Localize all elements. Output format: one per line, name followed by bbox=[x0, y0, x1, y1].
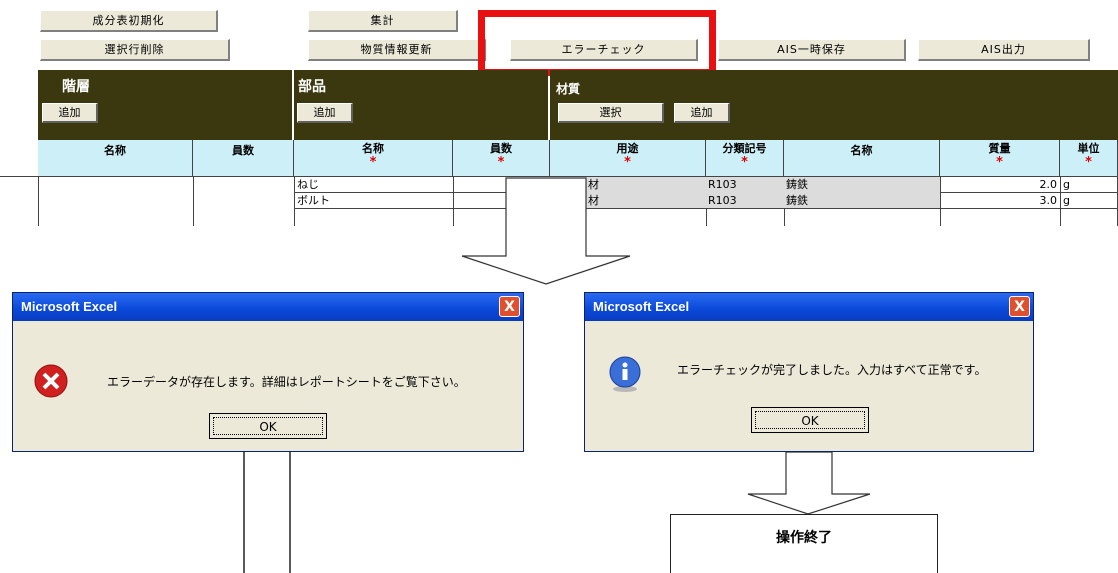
info-dialog-message: エラーチェックが完了しました。入力はすべて正常です。 bbox=[677, 363, 987, 377]
operation-end-box: 操作終了 bbox=[670, 514, 938, 573]
error-ok-label: OK bbox=[213, 417, 323, 435]
info-flow-arrow bbox=[747, 451, 871, 515]
close-icon[interactable]: X bbox=[1009, 296, 1030, 317]
error-ok-button[interactable]: OK bbox=[209, 413, 327, 439]
split-arrow bbox=[461, 177, 631, 285]
close-icon[interactable]: X bbox=[499, 296, 520, 317]
info-dialog: Microsoft Excel X エラーチェックが完了しました。入力はすべて正… bbox=[584, 292, 1034, 452]
info-ok-label: OK bbox=[755, 411, 865, 429]
error-icon bbox=[34, 364, 68, 398]
error-dialog-titlebar: Microsoft Excel X bbox=[13, 293, 523, 321]
error-dialog: Microsoft Excel X エラーデータが存在します。詳細はレポートシー… bbox=[12, 292, 524, 452]
flow-arrows bbox=[243, 177, 871, 573]
info-icon bbox=[609, 356, 641, 392]
error-dialog-title: Microsoft Excel bbox=[21, 299, 118, 314]
error-dialog-message: エラーデータが存在します。詳細はレポートシートをご覧下さい。 bbox=[107, 375, 466, 389]
info-dialog-titlebar: Microsoft Excel X bbox=[585, 293, 1033, 321]
operation-end-label: 操作終了 bbox=[776, 530, 832, 546]
info-ok-button[interactable]: OK bbox=[751, 407, 869, 433]
info-dialog-title: Microsoft Excel bbox=[593, 299, 690, 314]
